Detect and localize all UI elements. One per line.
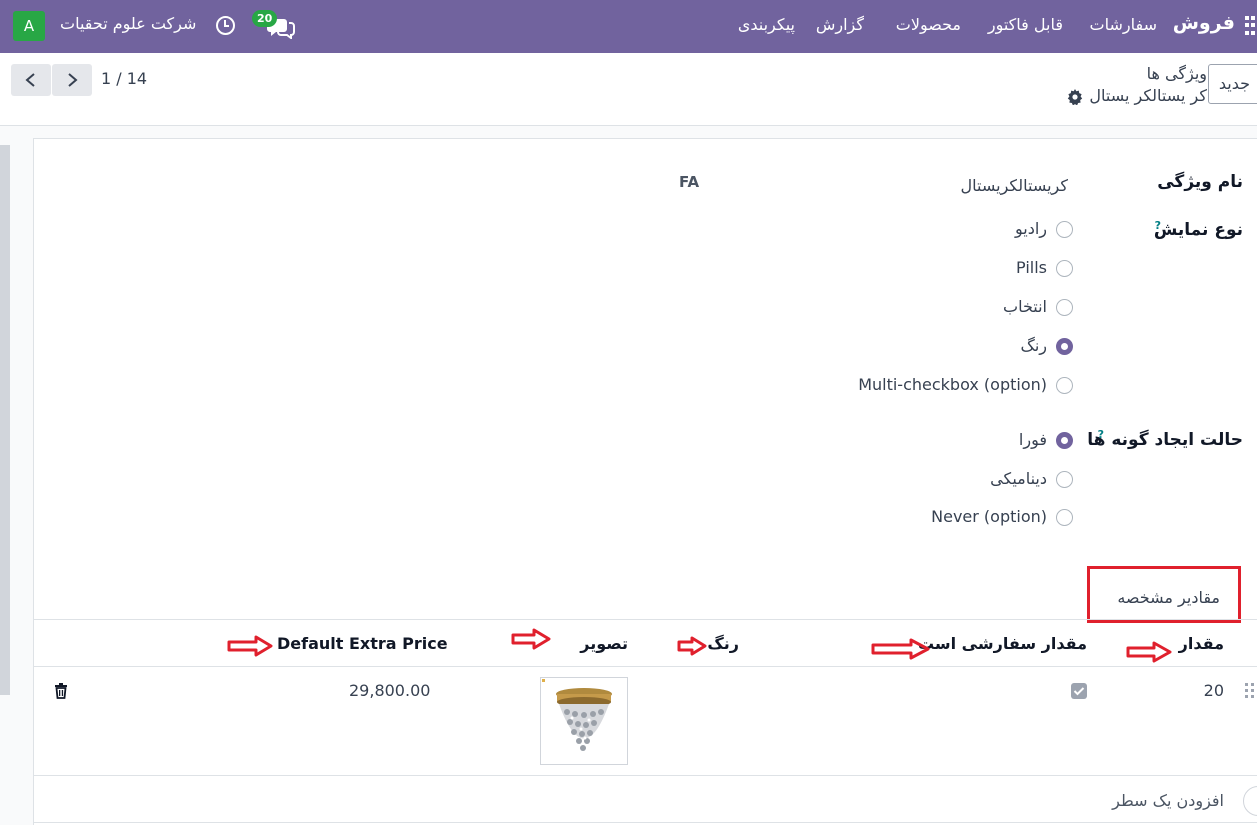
variant-creation-label: حالت ایجاد گونه ها <box>1087 430 1243 450</box>
radio-label: دینامیکی <box>990 469 1047 488</box>
annotation-arrow-icon <box>1126 641 1172 663</box>
pager-prev-button[interactable] <box>11 64 51 96</box>
pager-value[interactable]: 1 / 14 <box>101 69 147 88</box>
drag-handle-icon[interactable] <box>1245 683 1255 699</box>
variant-mode-option-instant[interactable]: فورا <box>823 430 1073 452</box>
column-header-value[interactable]: مقدار <box>1179 634 1224 653</box>
table-cell-value[interactable]: 20 <box>1204 681 1224 700</box>
radio-button-checked[interactable] <box>1056 338 1073 355</box>
breadcrumb-parent[interactable]: ویژگی ها <box>1147 64 1207 83</box>
menu-reporting[interactable]: گزارش <box>816 15 864 34</box>
variant-mode-option-dynamic[interactable]: دینامیکی <box>823 469 1073 491</box>
table-bottom-border <box>33 822 1257 823</box>
company-switcher[interactable]: شرکت علوم تحقیات <box>60 14 196 33</box>
radio-button[interactable] <box>1056 299 1073 316</box>
display-type-option-multi-checkbox[interactable]: Multi-checkbox (option) <box>823 375 1073 397</box>
top-navbar: فروش سفارشات قابل فاکتور محصولات گزارش پ… <box>0 0 1257 53</box>
column-header-color[interactable]: رنگ <box>707 634 739 653</box>
annotation-arrow-icon <box>871 638 930 660</box>
display-type-option-radio[interactable]: رادیو <box>823 219 1073 241</box>
radio-button[interactable] <box>1056 471 1073 488</box>
menu-orders[interactable]: سفارشات <box>1090 15 1157 34</box>
attribute-name-label: نام ویژگی <box>1157 172 1243 192</box>
radio-label: Multi-checkbox (option) <box>858 375 1047 394</box>
activity-clock-icon[interactable] <box>216 16 235 35</box>
radio-label: رنگ <box>1020 336 1048 355</box>
annotation-arrow-icon <box>511 628 551 650</box>
menu-to-invoice[interactable]: قابل فاکتور <box>988 15 1063 34</box>
annotation-arrow-icon <box>677 636 707 656</box>
radio-label: رادیو <box>1014 219 1047 238</box>
apps-menu-icon[interactable] <box>1245 16 1255 36</box>
table-top-border <box>33 619 1257 620</box>
breadcrumb-current: کر یستالکر یستال <box>1089 86 1207 105</box>
user-avatar[interactable]: A <box>13 11 45 41</box>
pager-next-button[interactable] <box>52 64 92 96</box>
radio-label: Never (option) <box>931 507 1047 526</box>
add-line-link[interactable]: افزودن یک سطر <box>1112 791 1224 810</box>
trash-icon[interactable] <box>54 683 68 699</box>
table-cell-image[interactable] <box>540 677 628 765</box>
column-header-extra-price[interactable]: Default Extra Price <box>277 634 448 653</box>
radio-label: فورا <box>1018 430 1047 449</box>
table-cell-is-custom-checkbox[interactable] <box>1071 683 1087 699</box>
app-brand[interactable]: فروش <box>1173 12 1235 34</box>
radio-button[interactable] <box>1056 377 1073 394</box>
language-tag[interactable]: FA <box>679 173 699 191</box>
chandelier-image <box>542 679 612 751</box>
chevron-right-icon <box>68 73 78 87</box>
gear-icon[interactable] <box>1067 89 1083 105</box>
attribute-name-input[interactable]: کریستالکریستال <box>961 176 1068 195</box>
display-type-help-icon[interactable]: ? <box>1155 219 1161 232</box>
radio-button[interactable] <box>1056 260 1073 277</box>
table-cell-extra-price[interactable]: 29,800.00 <box>349 681 430 700</box>
radio-label: Pills <box>1016 258 1047 277</box>
radio-button[interactable] <box>1056 221 1073 238</box>
column-header-is-custom[interactable]: مقدار سفارشی است <box>918 634 1087 653</box>
radio-button-checked[interactable] <box>1056 432 1073 449</box>
table-header-border <box>33 666 1257 667</box>
check-icon <box>1073 687 1085 696</box>
variant-mode-option-never[interactable]: Never (option) <box>823 507 1073 529</box>
display-type-label: نوع نمایش <box>1153 220 1243 240</box>
radio-button[interactable] <box>1056 509 1073 526</box>
display-type-option-pills[interactable]: Pills <box>823 258 1073 280</box>
annotation-arrow-icon <box>227 635 273 657</box>
control-panel: جدید ویژگی ها کر یستالکر یستال 1 / 14 <box>0 53 1257 126</box>
chevron-left-icon <box>25 73 35 87</box>
radio-label: انتخاب <box>1003 297 1047 316</box>
display-type-option-color[interactable]: رنگ <box>823 336 1073 358</box>
menu-products[interactable]: محصولات <box>896 15 961 34</box>
form-sheet <box>33 138 1257 825</box>
display-type-option-select[interactable]: انتخاب <box>823 297 1073 319</box>
scrollbar[interactable] <box>0 145 10 695</box>
menu-configuration[interactable]: پیکربندی <box>738 15 795 34</box>
new-button[interactable]: جدید <box>1207 64 1257 104</box>
table-row-border <box>33 775 1257 776</box>
column-header-image[interactable]: تصویر <box>580 634 628 653</box>
variant-creation-help-icon[interactable]: ? <box>1098 428 1104 441</box>
message-count-badge: 20 <box>252 10 278 27</box>
tab-attribute-values[interactable]: مقادیر مشخصه <box>1087 566 1241 623</box>
tab-label: مقادیر مشخصه <box>1117 588 1220 607</box>
